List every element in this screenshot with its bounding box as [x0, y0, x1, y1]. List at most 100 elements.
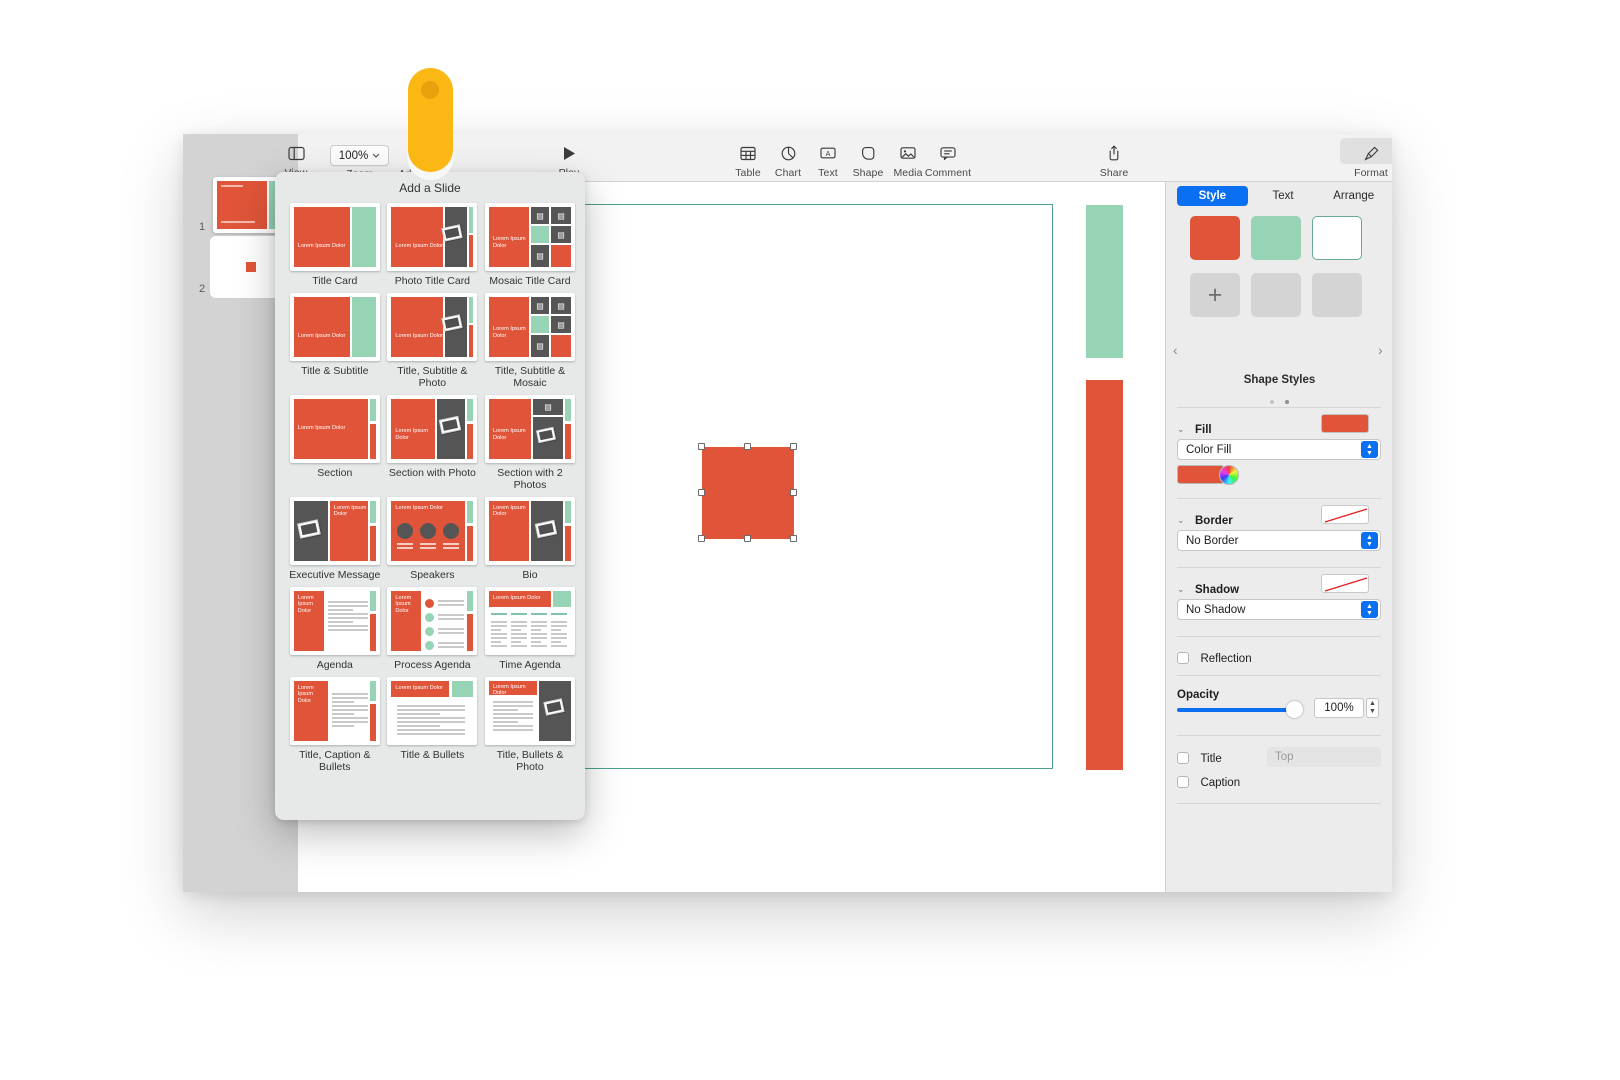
template-thumbnail[interactable]: Lorem Ipsum Dolor — [289, 293, 380, 361]
text-line — [438, 618, 465, 620]
template-thumbnail[interactable]: Lorem Ipsum Dolor — [484, 587, 575, 655]
template-thumbnail[interactable]: Lorem Ipsum Dolor — [387, 587, 478, 655]
tab-arrange[interactable]: Arrange — [1318, 186, 1389, 206]
tab-style[interactable]: Style — [1177, 186, 1248, 206]
resize-handle-sw[interactable] — [698, 535, 705, 542]
template-item[interactable]: Lorem Ipsum Dolor Process Agenda — [384, 587, 482, 671]
resize-handle-se[interactable] — [790, 535, 797, 542]
opacity-stepper[interactable]: ▲ ▼ — [1366, 698, 1379, 718]
chevron-left-icon[interactable]: ‹ — [1173, 342, 1178, 358]
template-item[interactable]: Lorem Ipsum Dolor Time Agenda — [481, 587, 579, 671]
template-thumbnail[interactable]: Lorem Ipsum Dolor — [387, 293, 478, 361]
caption-row[interactable]: Caption — [1166, 773, 1392, 791]
template-item[interactable]: Lorem Ipsum Dolor Title, Caption & Bulle… — [286, 677, 384, 773]
template-thumbnail[interactable]: Lorem Ipsum Dolor — [289, 395, 380, 463]
add-a-slide-popover[interactable]: Add a Slide Lorem Ipsum Dolor Title Card… — [275, 172, 585, 820]
style-swatch-add[interactable]: + — [1190, 273, 1240, 317]
template-item[interactable]: Lorem Ipsum Dolor Photo Title Card — [384, 203, 482, 287]
chevron-down-icon[interactable]: ⌄ — [1177, 424, 1185, 435]
fill-color-row[interactable] — [1177, 465, 1239, 485]
template-thumbnail[interactable]: Lorem Ipsum Dolor — [387, 497, 478, 565]
fill-type-select[interactable]: Color Fill ▲ ▼ — [1177, 439, 1381, 460]
text-line — [420, 543, 437, 545]
template-item[interactable]: Lorem Ipsum Dolor ▤ Section with 2 Photo… — [481, 395, 579, 491]
template-item[interactable]: Lorem Ipsum Dolor Section with Photo — [384, 395, 482, 491]
chevron-right-icon[interactable]: › — [1378, 342, 1383, 358]
template-thumbnail[interactable]: Lorem Ipsum Dolor ▤ — [484, 395, 575, 463]
animate-button[interactable]: Animate — [1389, 142, 1392, 179]
resize-handle-e[interactable] — [790, 489, 797, 496]
template-item[interactable]: Lorem Ipsum Dolor Title, Subtitle & Phot… — [384, 293, 482, 389]
tpl-green-strip — [469, 297, 474, 323]
style-swatch-6[interactable] — [1312, 273, 1362, 317]
select-stepper-icon[interactable]: ▲ ▼ — [1361, 441, 1378, 458]
text-line — [327, 621, 353, 623]
selected-shape[interactable] — [698, 443, 797, 542]
chevron-down-icon[interactable]: ⌄ — [1177, 515, 1185, 526]
resize-handle-w[interactable] — [698, 489, 705, 496]
style-swatch-5[interactable] — [1251, 273, 1301, 317]
template-item[interactable]: Lorem Ipsum Dolor Title & Subtitle — [286, 293, 384, 389]
title-position-select[interactable]: Top — [1267, 747, 1381, 767]
template-thumbnail[interactable]: Lorem Ipsum Dolor ▤ ▤ ▤ ▤ — [484, 293, 575, 361]
tpl-green-strip — [369, 681, 376, 701]
opacity-slider-knob[interactable] — [1286, 701, 1303, 718]
template-item[interactable]: Lorem Ipsum Dolor Title Card — [286, 203, 384, 287]
resize-handle-nw[interactable] — [698, 443, 705, 450]
template-thumbnail[interactable]: Lorem Ipsum Dolor — [289, 677, 380, 745]
format-button-content[interactable]: Format — [1339, 142, 1392, 179]
opacity-value-field[interactable]: 100% — [1314, 698, 1364, 718]
reflection-row[interactable]: Reflection — [1166, 649, 1392, 667]
style-swatch-2[interactable] — [1251, 216, 1301, 260]
color-wheel-icon[interactable] — [1219, 465, 1239, 485]
shadow-type-select[interactable]: No Shadow ▲ ▼ — [1177, 599, 1381, 620]
template-thumbnail[interactable]: Lorem Ipsum Dolor — [289, 203, 380, 271]
comment-button[interactable]: Comment — [916, 142, 980, 179]
template-thumbnail[interactable]: Lorem Ipsum Dolor — [387, 203, 478, 271]
resize-handle-n[interactable] — [744, 443, 751, 450]
page-dot-2[interactable] — [1284, 400, 1289, 404]
zoom-select[interactable]: 100% — [330, 145, 389, 166]
page-dot-1[interactable] — [1270, 400, 1275, 404]
text-line — [331, 721, 368, 723]
resize-handle-ne[interactable] — [790, 443, 797, 450]
template-grid[interactable]: Lorem Ipsum Dolor Title Card Lorem Ipsum … — [286, 203, 579, 779]
text-line — [492, 721, 518, 723]
template-item[interactable]: Lorem Ipsum Dolor ▤ ▤ ▤ ▤ Mosaic Title Car… — [481, 203, 579, 287]
template-item[interactable]: Lorem Ipsum Dolor Title, Bullets & Photo — [481, 677, 579, 773]
style-swatch-1[interactable] — [1190, 216, 1240, 260]
template-thumbnail[interactable]: Lorem Ipsum Dolor — [484, 497, 575, 565]
reflection-checkbox[interactable] — [1177, 652, 1189, 664]
fill-color-swatch[interactable] — [1177, 465, 1224, 484]
template-thumbnail[interactable]: Lorem Ipsum Dolor — [289, 497, 380, 565]
template-item[interactable]: Lorem Ipsum Dolor Agenda — [286, 587, 384, 671]
inspector-tabs[interactable]: Style Text Arrange — [1177, 186, 1389, 206]
text-line — [331, 701, 355, 703]
style-swatch-3[interactable] — [1312, 216, 1362, 260]
template-thumbnail[interactable]: Lorem Ipsum Dolor — [387, 677, 478, 745]
title-checkbox[interactable] — [1177, 752, 1189, 764]
tab-text[interactable]: Text — [1248, 186, 1319, 206]
select-stepper-icon[interactable]: ▲ ▼ — [1361, 601, 1378, 618]
text-line — [327, 629, 368, 631]
template-thumbnail[interactable]: Lorem Ipsum Dolor — [289, 587, 380, 655]
share-button[interactable]: Share — [1082, 142, 1146, 179]
template-thumbnail[interactable]: Lorem Ipsum Dolor ▤ ▤ ▤ ▤ — [484, 203, 575, 271]
template-lorem-text: Lorem Ipsum Dolor — [492, 326, 526, 339]
chevron-down-icon[interactable]: ⌄ — [1177, 584, 1185, 595]
tpl-red-strip — [467, 424, 474, 459]
template-thumbnail[interactable]: Lorem Ipsum Dolor — [387, 395, 478, 463]
resize-handle-s[interactable] — [744, 535, 751, 542]
tpl-green-cell — [530, 316, 549, 333]
caption-checkbox[interactable] — [1177, 776, 1189, 788]
select-stepper-icon[interactable]: ▲ ▼ — [1361, 532, 1378, 549]
template-item[interactable]: Lorem Ipsum Dolor Title & Bullets — [384, 677, 482, 773]
template-item[interactable]: Lorem Ipsum Dolor Bio — [481, 497, 579, 581]
template-item[interactable]: Lorem Ipsum Dolor ▤ ▤ ▤ ▤ Title, Subtitle … — [481, 293, 579, 389]
template-thumbnail[interactable]: Lorem Ipsum Dolor — [484, 677, 575, 745]
template-item[interactable]: Lorem Ipsum Dolor Speakers — [384, 497, 482, 581]
template-item[interactable]: Lorem Ipsum Dolor Section — [286, 395, 384, 491]
opacity-slider[interactable] — [1177, 708, 1301, 712]
border-type-select[interactable]: No Border ▲ ▼ — [1177, 530, 1381, 551]
template-item[interactable]: Lorem Ipsum Dolor Executive Message — [286, 497, 384, 581]
